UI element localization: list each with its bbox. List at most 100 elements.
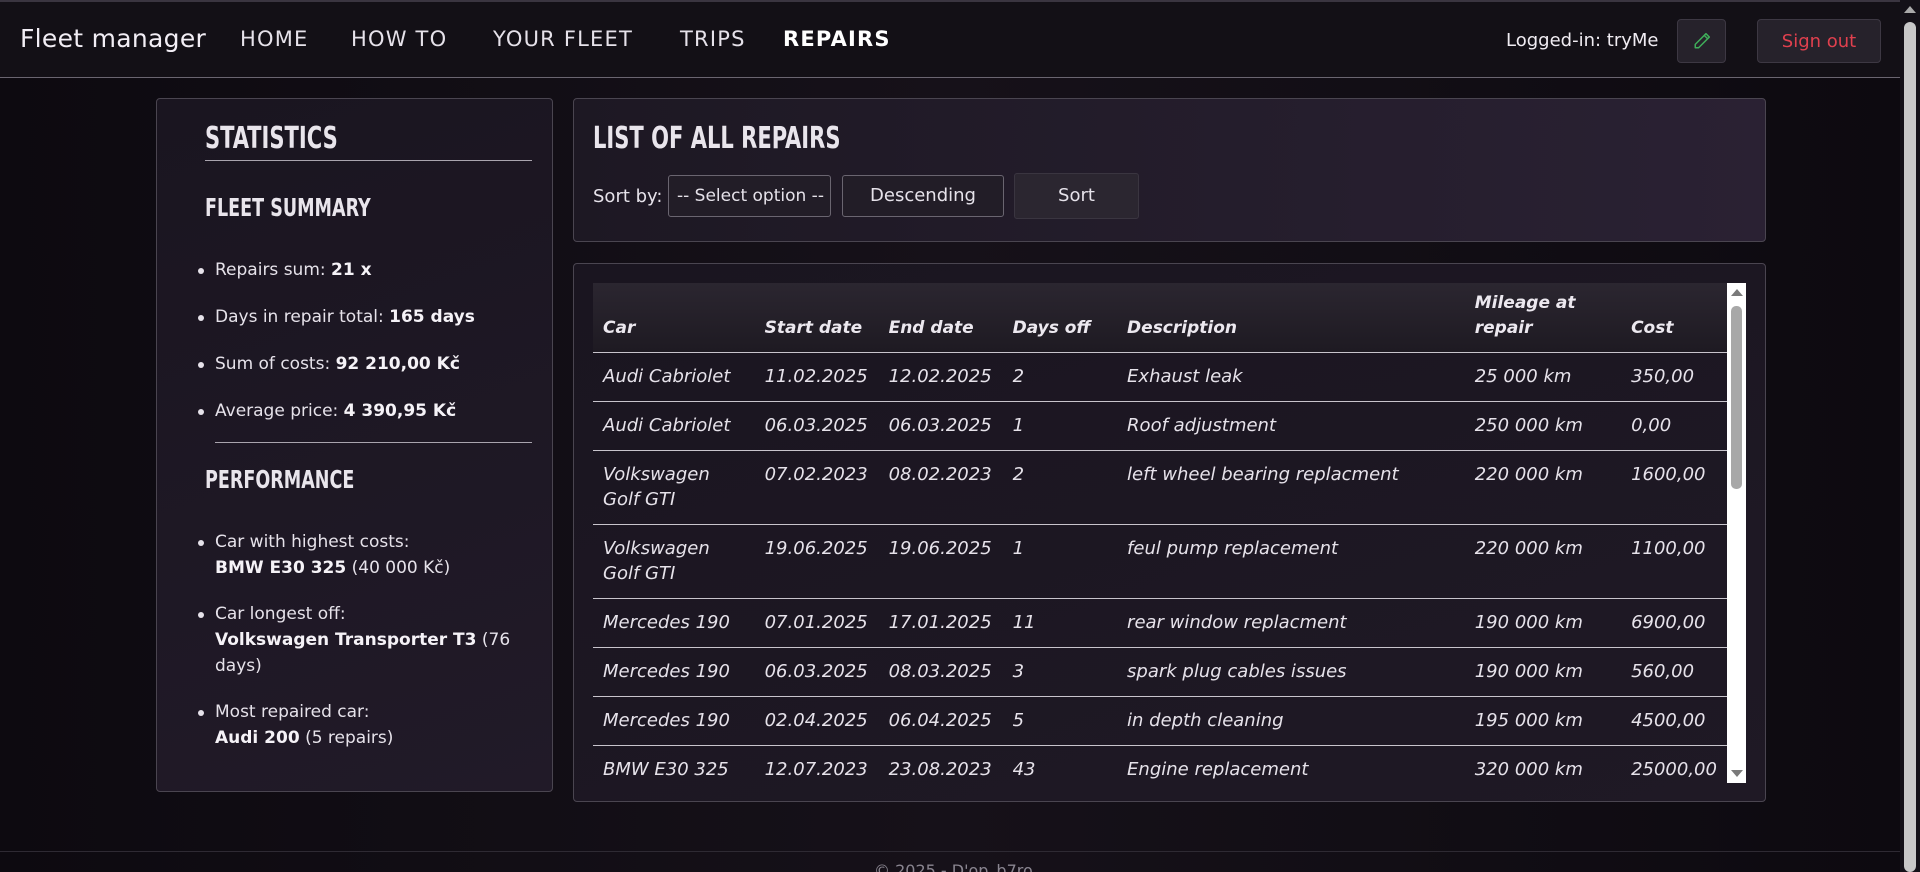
cell-mileage: 220 000 km: [1464, 450, 1622, 525]
cell-start-date: 06.03.2025: [754, 647, 879, 697]
nav-home[interactable]: HOME: [240, 27, 309, 51]
fleet-summary-list: Repairs sum: 21 x Days in repair total: …: [198, 257, 535, 445]
logged-in-text: Logged-in: tryMe: [1506, 30, 1659, 51]
cell-days-off: 3: [1002, 647, 1118, 697]
nav-your-fleet[interactable]: YOUR FLEET: [493, 27, 633, 51]
performance-list: Car with highest costs: BMW E30 325 (40 0…: [198, 529, 535, 771]
cell-description: Roof adjustment: [1117, 401, 1465, 451]
sign-out-button[interactable]: Sign out: [1757, 19, 1881, 63]
cell-description: Exhaust leak: [1117, 352, 1465, 402]
sort-by-label: Sort by:: [593, 186, 663, 207]
col-header-days-off[interactable]: Days off: [1002, 283, 1118, 353]
cell-mileage: 190 000 km: [1464, 598, 1622, 648]
cell-start-date: 07.01.2025: [754, 598, 879, 648]
col-header-mileage[interactable]: Mileage at repair: [1464, 283, 1622, 353]
cell-car: Mercedes 190: [593, 696, 755, 746]
col-header-car[interactable]: Car: [593, 283, 755, 353]
divider: [215, 442, 532, 443]
cell-car: Audi Cabriolet: [593, 401, 755, 451]
cell-car: Mercedes 190: [593, 598, 755, 648]
fleet-summary-title: Fleet summary: [205, 193, 371, 222]
cell-mileage: 320 000 km: [1464, 745, 1622, 783]
sort-field-select[interactable]: -- Select option --: [668, 175, 831, 217]
page-scrollbar[interactable]: [1900, 0, 1920, 872]
nav-trips[interactable]: TRIPS: [680, 27, 746, 51]
page-scroll-up-icon[interactable]: [1904, 6, 1916, 13]
brand-logo[interactable]: Fleet manager: [20, 24, 206, 53]
performance-title: Performance: [205, 465, 355, 494]
repairs-title: List of all repairs: [593, 121, 841, 156]
table-row[interactable]: Audi Cabriolet 06.03.2025 06.03.2025 1 Roof …: [593, 401, 1727, 451]
cell-start-date: 06.03.2025: [754, 401, 879, 451]
cell-days-off: 2: [1002, 352, 1118, 402]
stat-repairs-sum: Repairs sum: 21 x: [198, 257, 535, 283]
table-row[interactable]: Volkswagen Golf GTI 19.06.2025 19.06.2025 1…: [593, 524, 1727, 599]
cell-car: Mercedes 190: [593, 647, 755, 697]
repairs-table: Car Start date End date Days off Descrip…: [593, 283, 1727, 783]
cell-days-off: 11: [1002, 598, 1118, 648]
stat-longest-off: Car longest off: Volkswagen Transporter T…: [198, 601, 535, 679]
col-header-end-date[interactable]: End date: [878, 283, 1003, 353]
cell-cost: 0,00: [1621, 401, 1727, 451]
cell-cost: 4500,00: [1621, 696, 1727, 746]
cell-end-date: 08.02.2023: [878, 450, 1003, 525]
col-header-description[interactable]: Description: [1117, 283, 1465, 353]
statistics-title: Statistics: [205, 121, 338, 156]
sort-button[interactable]: Sort: [1014, 173, 1139, 219]
repairs-table-scroll[interactable]: Car Start date End date Days off Descrip…: [593, 283, 1746, 783]
scroll-up-arrow-icon[interactable]: [1731, 289, 1743, 296]
stat-highest-costs: Car with highest costs: BMW E30 325 (40 0…: [198, 529, 535, 581]
col-header-start-date[interactable]: Start date: [754, 283, 879, 353]
table-row[interactable]: Mercedes 190 02.04.2025 06.04.2025 5 in dept…: [593, 696, 1727, 746]
cell-description: left wheel bearing replacment: [1117, 450, 1465, 525]
cell-end-date: 17.01.2025: [878, 598, 1003, 648]
stat-sum-of-costs: Sum of costs: 92 210,00 Kč: [198, 351, 535, 377]
table-row[interactable]: Volkswagen Golf GTI 07.02.2023 08.02.2023 2…: [593, 450, 1727, 525]
col-header-cost[interactable]: Cost: [1621, 283, 1727, 353]
cell-days-off: 1: [1002, 524, 1118, 599]
table-row[interactable]: BMW E30 325 12.07.2023 23.08.2023 43 Engine …: [593, 745, 1727, 783]
page-scrollbar-thumb[interactable]: [1904, 22, 1916, 872]
scrollbar-thumb[interactable]: [1731, 306, 1742, 489]
table-row[interactable]: Mercedes 190 06.03.2025 08.03.2025 3 spark p…: [593, 647, 1727, 697]
cell-cost: 6900,00: [1621, 598, 1727, 648]
table-scrollbar[interactable]: [1727, 283, 1746, 783]
cell-days-off: 1: [1002, 401, 1118, 451]
nav-how-to[interactable]: HOW TO: [351, 27, 447, 51]
stat-average-price: Average price: 4 390,95 Kč: [198, 398, 535, 424]
cell-description: feul pump replacement: [1117, 524, 1465, 599]
footer-copyright: © 2025 - D'op_b7ro: [874, 861, 1033, 872]
cell-end-date: 06.04.2025: [878, 696, 1003, 746]
cell-car: Audi Cabriolet: [593, 352, 755, 402]
cell-car: BMW E30 325: [593, 745, 755, 783]
cell-car: Volkswagen Golf GTI: [593, 524, 755, 599]
sort-order-button[interactable]: Descending: [842, 175, 1004, 217]
cell-start-date: 07.02.2023: [754, 450, 879, 525]
cell-mileage: 250 000 km: [1464, 401, 1622, 451]
repairs-header-panel: List of all repairs Sort by: -- Select o…: [573, 98, 1766, 242]
divider: [205, 160, 532, 161]
cell-description: spark plug cables issues: [1117, 647, 1465, 697]
cell-end-date: 23.08.2023: [878, 745, 1003, 783]
cell-cost: 350,00: [1621, 352, 1727, 402]
repairs-table-panel: Car Start date End date Days off Descrip…: [573, 263, 1766, 802]
cell-description: Engine replacement: [1117, 745, 1465, 783]
cell-start-date: 12.07.2023: [754, 745, 879, 783]
statistics-panel: Statistics Fleet summary Repairs sum: 21…: [156, 98, 553, 792]
table-row[interactable]: Mercedes 190 07.01.2025 17.01.2025 11 rear w…: [593, 598, 1727, 648]
cell-start-date: 02.04.2025: [754, 696, 879, 746]
scroll-down-arrow-icon[interactable]: [1731, 770, 1743, 777]
cell-description: rear window replacment: [1117, 598, 1465, 648]
table-row[interactable]: Audi Cabriolet 11.02.2025 12.02.2025 2 Exhau…: [593, 352, 1727, 402]
table-header-row: Car Start date End date Days off Descrip…: [593, 283, 1727, 353]
cell-end-date: 19.06.2025: [878, 524, 1003, 599]
edit-profile-button[interactable]: [1677, 19, 1726, 63]
stat-most-repaired: Most repaired car: Audi 200 (5 repairs): [198, 699, 535, 751]
cell-car: Volkswagen Golf GTI: [593, 450, 755, 525]
nav-repairs[interactable]: REPAIRS: [783, 27, 891, 51]
cell-start-date: 19.06.2025: [754, 524, 879, 599]
cell-cost: 25000,00: [1621, 745, 1727, 783]
pencil-icon: [1694, 32, 1710, 49]
cell-cost: 560,00: [1621, 647, 1727, 697]
cell-cost: 1600,00: [1621, 450, 1727, 525]
